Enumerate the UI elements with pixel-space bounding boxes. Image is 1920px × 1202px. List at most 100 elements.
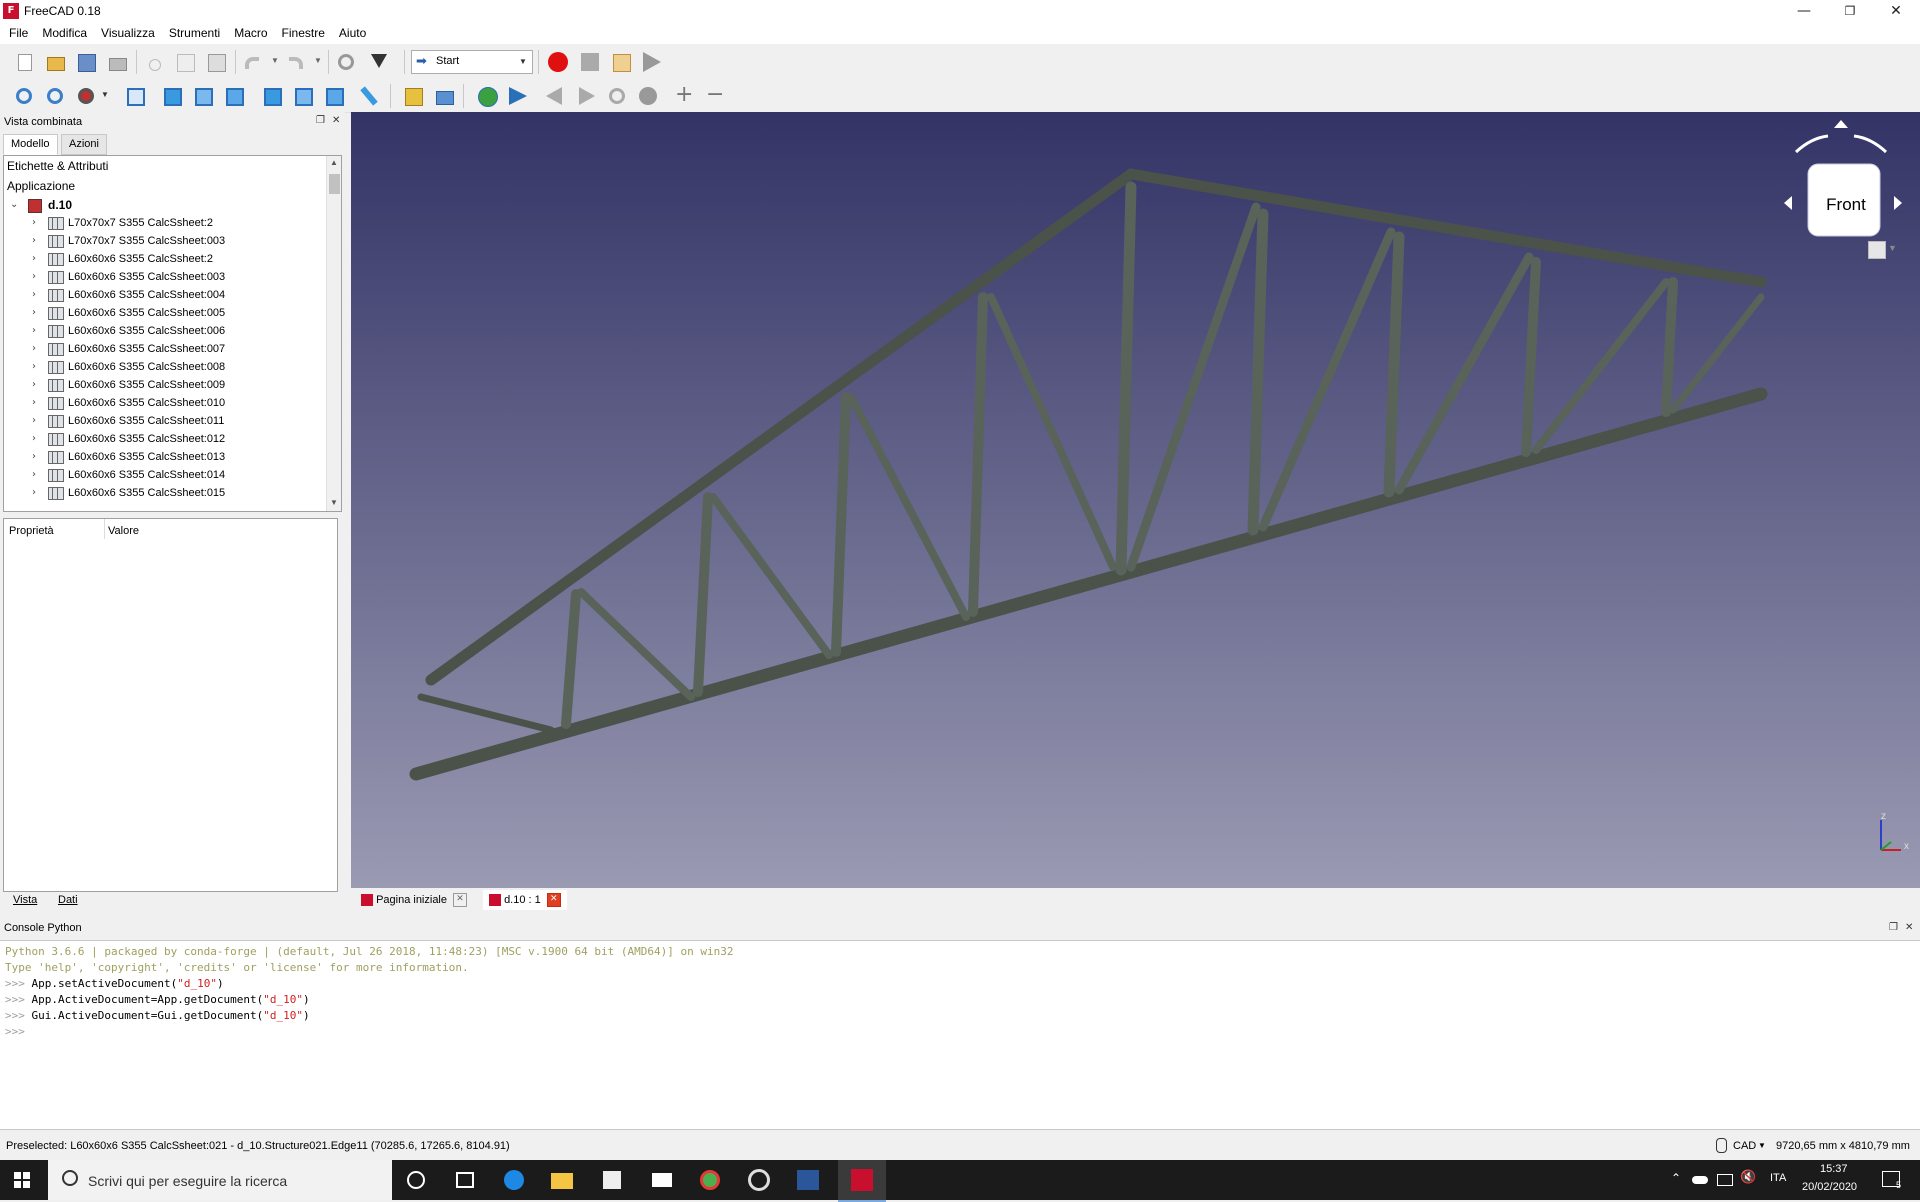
macro-stop-button[interactable] (578, 51, 602, 73)
web-open-button[interactable] (506, 85, 530, 107)
workbench-selector[interactable]: ➡ Start ▼ (411, 50, 533, 74)
onedrive-icon[interactable] (1692, 1176, 1708, 1184)
chevron-right-icon[interactable]: › (32, 376, 36, 394)
chevron-right-icon[interactable]: › (32, 232, 36, 250)
print-button[interactable] (105, 51, 129, 73)
freecad-taskbar-button[interactable] (838, 1160, 886, 1202)
view-front-button[interactable] (160, 85, 184, 107)
save-button[interactable] (74, 51, 98, 73)
view-rear-button[interactable] (260, 85, 284, 107)
view-right-button[interactable] (222, 85, 246, 107)
chevron-right-icon[interactable]: › (32, 304, 36, 322)
chevron-right-icon[interactable]: › (32, 250, 36, 268)
tab-modello[interactable]: Modello (3, 134, 58, 155)
python-console[interactable]: Python 3.6.6 | packaged by conda-forge |… (0, 940, 1920, 1130)
edge-browser-icon[interactable] (502, 1168, 526, 1192)
sync-icon[interactable] (747, 1168, 771, 1192)
whats-this-button[interactable] (369, 51, 393, 73)
navcube-mini-cube-icon[interactable] (1868, 241, 1886, 259)
macro-run-button[interactable] (640, 51, 664, 73)
cut-button[interactable] (142, 51, 166, 73)
create-part-button[interactable] (401, 85, 425, 107)
web-back-button[interactable] (543, 85, 567, 107)
chevron-right-icon[interactable]: › (32, 394, 36, 412)
menu-file[interactable]: File (0, 22, 35, 44)
web-home-button[interactable] (475, 85, 499, 107)
taskbar-search[interactable]: Scrivi qui per eseguire la ricerca (48, 1160, 392, 1200)
chevron-right-icon[interactable]: › (32, 430, 36, 448)
windows-start-icon[interactable] (14, 1172, 30, 1188)
menu-visualizza[interactable]: Visualizza (94, 22, 162, 44)
menu-macro[interactable]: Macro (227, 22, 274, 44)
3d-viewport[interactable]: Front ▼ z x (351, 112, 1920, 888)
store-icon[interactable] (600, 1168, 624, 1192)
chevron-right-icon[interactable]: › (32, 268, 36, 286)
scroll-thumb[interactable] (329, 174, 340, 194)
chevron-right-icon[interactable]: › (32, 484, 36, 502)
refresh-button[interactable] (334, 51, 358, 73)
fit-all-button[interactable] (12, 85, 36, 107)
undo-dropdown[interactable]: ▼ (270, 51, 280, 73)
restore-button[interactable]: ❐ (1827, 0, 1873, 22)
web-refresh-button[interactable] (605, 85, 629, 107)
macro-edit-button[interactable] (609, 51, 633, 73)
measure-distance-button[interactable] (357, 85, 381, 107)
tree-scrollbar[interactable]: ▲ ▼ (326, 156, 341, 511)
new-document-button[interactable] (12, 51, 36, 73)
macro-record-button[interactable] (546, 51, 570, 73)
volume-muted-icon[interactable]: 🔇 (1740, 1170, 1756, 1185)
copy-button[interactable] (173, 51, 197, 73)
scroll-up-icon[interactable]: ▲ (330, 158, 338, 167)
undo-button[interactable] (241, 51, 265, 73)
minimize-button[interactable]: — (1781, 0, 1827, 22)
open-button[interactable] (43, 51, 67, 73)
menu-strumenti[interactable]: Strumenti (162, 22, 227, 44)
web-forward-button[interactable] (574, 85, 598, 107)
truss-model[interactable] (351, 112, 1920, 888)
paste-button[interactable] (204, 51, 228, 73)
chevron-right-icon[interactable]: › (32, 412, 36, 430)
view-bottom-button[interactable] (291, 85, 315, 107)
view-top-button[interactable] (191, 85, 215, 107)
file-explorer-icon[interactable] (550, 1168, 574, 1192)
word-icon[interactable] (796, 1168, 820, 1192)
chevron-up-icon[interactable]: ⌃ (1671, 1171, 1681, 1185)
web-zoom-in-button[interactable]: + (673, 82, 697, 107)
menu-finestre[interactable]: Finestre (275, 22, 332, 44)
view-left-button[interactable] (322, 85, 346, 107)
close-panel-icon[interactable]: ✕ (1905, 922, 1913, 933)
view-isometric-button[interactable] (123, 85, 147, 107)
web-zoom-out-button[interactable]: − (704, 82, 728, 107)
chrome-icon[interactable] (698, 1168, 722, 1192)
draw-style-dropdown[interactable]: ▼ (100, 85, 110, 107)
redo-button[interactable] (285, 51, 309, 73)
mail-icon[interactable] (650, 1168, 674, 1192)
chevron-right-icon[interactable]: › (32, 448, 36, 466)
web-stop-button[interactable] (636, 85, 660, 107)
close-tab-icon[interactable]: ✕ (453, 893, 467, 908)
tab-pagina-iniziale[interactable]: Pagina iniziale ✕ (361, 890, 467, 910)
draw-style-button[interactable] (74, 85, 98, 107)
chevron-down-icon[interactable]: ▼ (1758, 1141, 1766, 1150)
tab-vista[interactable]: Vista (13, 894, 37, 906)
cortana-icon[interactable] (404, 1168, 428, 1192)
close-tab-icon[interactable]: ✕ (546, 893, 561, 908)
clock-date[interactable]: 20/02/2020 (1802, 1181, 1857, 1193)
close-button[interactable]: ✕ (1873, 0, 1919, 22)
redo-dropdown[interactable]: ▼ (313, 51, 323, 73)
tab-document-view[interactable]: d.10 : 1 ✕ (483, 890, 567, 910)
chevron-right-icon[interactable]: › (32, 466, 36, 484)
close-panel-icon[interactable]: ✕ (332, 115, 340, 126)
create-group-button[interactable] (432, 85, 456, 107)
task-view-icon[interactable] (452, 1168, 476, 1192)
chevron-right-icon[interactable]: › (32, 358, 36, 376)
fit-selection-button[interactable] (43, 85, 67, 107)
chevron-right-icon[interactable]: › (32, 340, 36, 358)
chevron-right-icon[interactable]: › (32, 322, 36, 340)
chevron-right-icon[interactable]: › (32, 286, 36, 304)
network-icon[interactable] (1717, 1174, 1733, 1186)
clock-time[interactable]: 15:37 (1820, 1163, 1848, 1175)
navcube-menu-icon[interactable]: ▼ (1888, 243, 1897, 253)
navigation-style[interactable]: CAD (1733, 1140, 1756, 1152)
language-indicator[interactable]: ITA (1770, 1172, 1786, 1184)
